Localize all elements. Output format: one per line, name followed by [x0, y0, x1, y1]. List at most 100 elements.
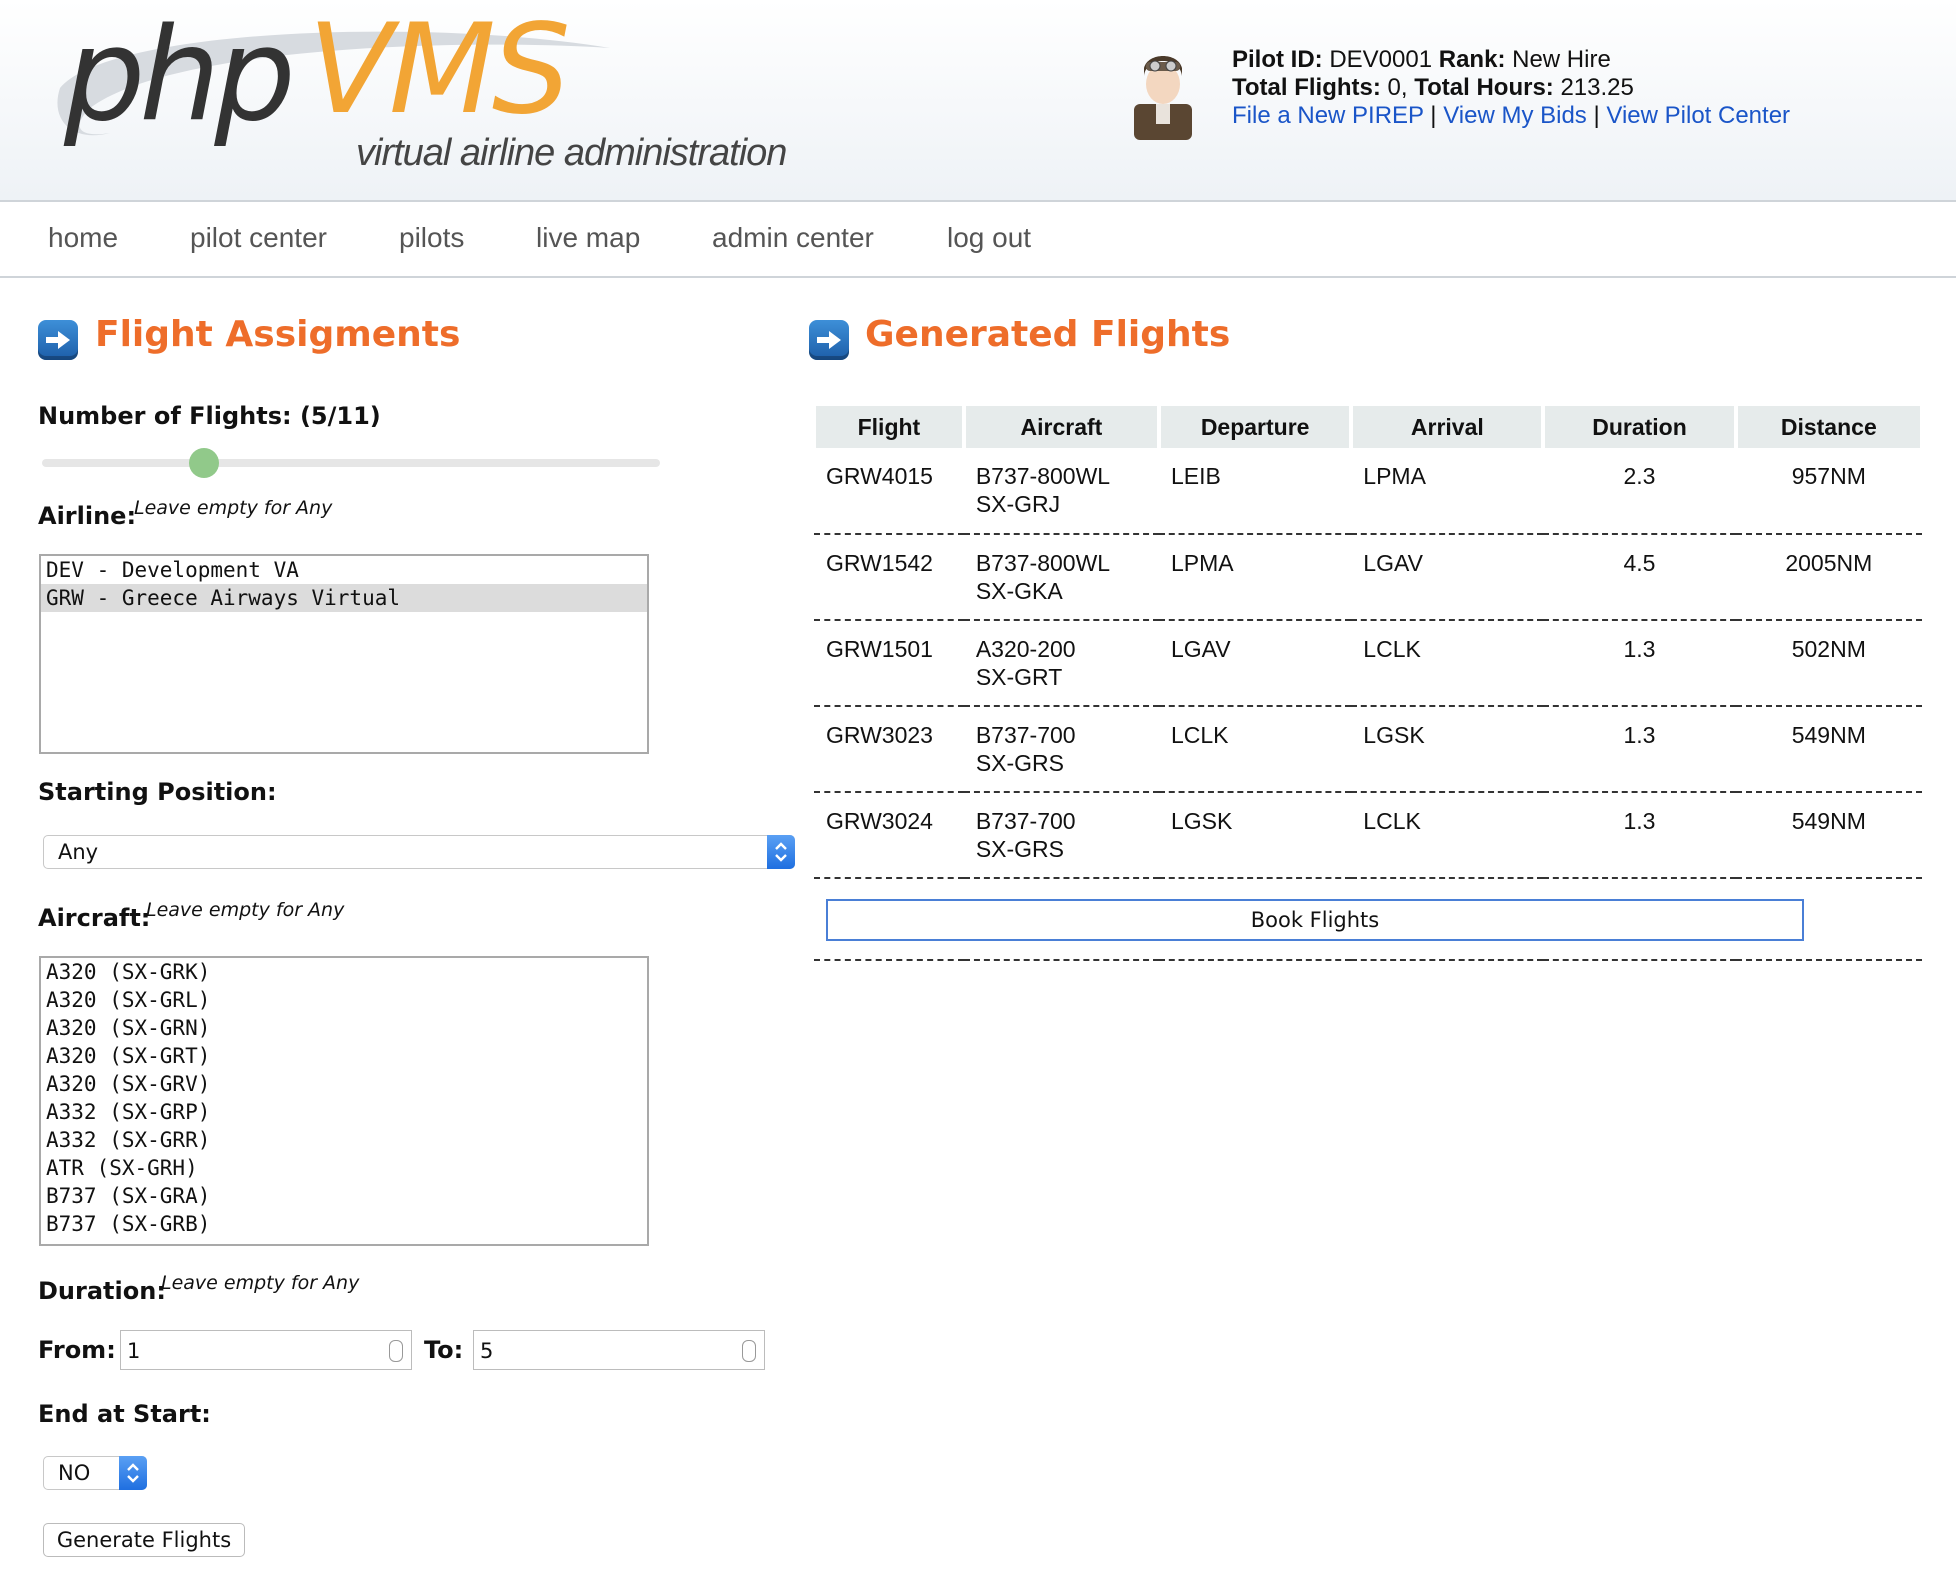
- aircraft-listbox[interactable]: A320 (SX-GRK) A320 (SX-GRL) A320 (SX-GRN) A…: [39, 956, 649, 1246]
- cell-duration: 1.3: [1543, 792, 1736, 879]
- cell-registration: SX-GRS: [975, 836, 1065, 862]
- select-chevron-icon: [767, 835, 795, 869]
- starting-position-select[interactable]: Any: [43, 835, 795, 869]
- aircraft-option[interactable]: B737 (SX-GRA): [41, 1182, 647, 1210]
- aircraft-option[interactable]: A320 (SX-GRL): [41, 986, 647, 1014]
- pilot-id-value: DEV0001: [1329, 46, 1433, 73]
- num-flights-slider-track[interactable]: [42, 459, 660, 467]
- nav-live-map[interactable]: live map: [536, 222, 640, 254]
- cell-distance: 549NM: [1735, 792, 1922, 879]
- cell-distance: 549NM: [1735, 706, 1922, 793]
- cell-duration: 1.3: [1543, 620, 1736, 707]
- select-chevron-icon: [119, 1456, 147, 1490]
- cell-distance: 502NM: [1735, 620, 1922, 707]
- file-pirep-link[interactable]: File a New PIREP: [1232, 102, 1424, 129]
- cell-arrival: LCLK: [1351, 792, 1544, 879]
- pilot-avatar-icon: [1134, 56, 1192, 140]
- airline-option[interactable]: DEV - Development VA: [41, 556, 647, 584]
- aircraft-option[interactable]: A320 (SX-GRN): [41, 1014, 647, 1042]
- cell-flight: GRW3023: [814, 706, 964, 793]
- aircraft-option[interactable]: A320 (SX-GRK): [41, 958, 647, 986]
- cell-departure: LPMA: [1158, 534, 1352, 621]
- table-row: GRW3023 B737-700 SX-GRS LCLK LGSK 1.3 549NM: [814, 706, 1922, 793]
- nav-admin-center[interactable]: admin center: [712, 222, 874, 254]
- table-row: GRW3024 B737-700 SX-GRS LGSK LCLK 1.3 549NM: [814, 792, 1922, 879]
- nav-home[interactable]: home: [48, 222, 118, 254]
- logo-tagline: virtual airline administration: [356, 132, 787, 174]
- column-header-flight: Flight: [812, 406, 966, 448]
- pilot-info: Pilot ID: DEV0001 Rank: New Hire Total F…: [1232, 46, 1790, 130]
- cell-flight: GRW1542: [814, 534, 964, 621]
- cell-registration: SX-GRJ: [975, 491, 1061, 517]
- aircraft-option[interactable]: ATR (SX-GRH): [41, 1154, 647, 1182]
- duration-from-value: 1: [127, 1339, 141, 1363]
- airline-option-selected[interactable]: GRW - Greece Airways Virtual: [41, 584, 647, 612]
- num-flights-slider-handle[interactable]: [189, 448, 219, 478]
- cell-duration: 4.5: [1543, 534, 1736, 621]
- column-header-distance: Distance: [1733, 406, 1925, 448]
- cell-distance: 957NM: [1735, 448, 1922, 535]
- book-flights-button[interactable]: Book Flights: [826, 899, 1804, 941]
- aircraft-option[interactable]: A332 (SX-GRP): [41, 1098, 647, 1126]
- cell-flight: GRW4015: [814, 448, 964, 535]
- spinner-icon[interactable]: [742, 1340, 756, 1362]
- generated-flights-table: Flight Aircraft Departure Arrival Durati…: [812, 406, 1925, 961]
- view-bids-link[interactable]: View My Bids: [1443, 102, 1587, 129]
- from-label: From:: [38, 1336, 116, 1364]
- cell-registration: SX-GRS: [975, 750, 1065, 776]
- airline-hint: Leave empty for Any: [134, 497, 333, 519]
- aircraft-option[interactable]: A320 (SX-GRV): [41, 1070, 647, 1098]
- column-header-departure: Departure: [1156, 406, 1354, 448]
- phpvms-logo[interactable]: php VMS virtual airline administration: [50, 8, 810, 198]
- arrow-right-icon: [38, 320, 78, 360]
- book-row: Book Flights: [814, 878, 1922, 961]
- cell-distance: 2005NM: [1735, 534, 1922, 621]
- cell-registration: SX-GRT: [975, 664, 1063, 690]
- cell-duration: 1.3: [1543, 706, 1736, 793]
- end-at-start-label: End at Start:: [38, 1400, 211, 1428]
- pilot-id-label: Pilot ID:: [1232, 46, 1323, 73]
- pilot-rank-value: New Hire: [1512, 46, 1611, 73]
- table-row: GRW1542 B737-800WL SX-GKA LPMA LGAV 4.5 2005NM: [814, 534, 1922, 621]
- total-hours-label: Total Hours:: [1414, 74, 1554, 101]
- duration-to-input[interactable]: 5: [473, 1330, 765, 1370]
- airline-listbox[interactable]: DEV - Development VA GRW - Greece Airway…: [39, 554, 649, 754]
- generated-flights-title: Generated Flights: [865, 314, 1231, 355]
- cell-flight: GRW1501: [814, 620, 964, 707]
- spinner-icon[interactable]: [389, 1340, 403, 1362]
- logo-php-text: php: [64, 1, 296, 150]
- pilot-rank-label: Rank:: [1438, 46, 1506, 73]
- view-pilot-center-link[interactable]: View Pilot Center: [1606, 102, 1790, 129]
- cell-arrival: LGSK: [1351, 706, 1544, 793]
- generate-flights-button[interactable]: Generate Flights: [43, 1523, 245, 1557]
- cell-duration: 2.3: [1543, 448, 1736, 535]
- aircraft-hint: Leave empty for Any: [146, 899, 345, 921]
- cell-aircraft: A320-200 SX-GRT: [963, 620, 1159, 707]
- aircraft-option[interactable]: B737 (SX-GRB): [41, 1210, 647, 1238]
- link-separator: |: [1593, 102, 1600, 129]
- nav-pilot-center[interactable]: pilot center: [190, 222, 327, 254]
- num-flights-label: Number of Flights: (5/11): [38, 402, 381, 430]
- cell-flight: GRW3024: [814, 792, 964, 879]
- flight-assignments-title: Flight Assigments: [95, 314, 461, 355]
- aircraft-label: Aircraft:: [38, 904, 151, 932]
- duration-to-value: 5: [480, 1339, 494, 1363]
- column-header-duration: Duration: [1541, 406, 1738, 448]
- to-label: To:: [424, 1336, 464, 1364]
- duration-hint: Leave empty for Any: [161, 1272, 360, 1294]
- cell-aircraft: B737-700 SX-GRS: [963, 706, 1159, 793]
- nav-log-out[interactable]: log out: [947, 222, 1031, 254]
- nav-pilots[interactable]: pilots: [399, 222, 464, 254]
- end-at-start-select[interactable]: NO: [43, 1456, 147, 1490]
- logo-vms-text: VMS: [308, 0, 571, 142]
- table-header-row: Flight Aircraft Departure Arrival Durati…: [812, 406, 1925, 448]
- total-hours-value: 213.25: [1560, 74, 1634, 101]
- column-header-arrival: Arrival: [1349, 406, 1546, 448]
- cell-registration: SX-GKA: [975, 578, 1063, 604]
- aircraft-option[interactable]: A332 (SX-GRR): [41, 1126, 647, 1154]
- cell-departure: LGSK: [1158, 792, 1352, 879]
- cell-aircraft: B737-700 SX-GRS: [963, 792, 1159, 879]
- duration-from-input[interactable]: 1: [120, 1330, 412, 1370]
- table-row: GRW4015 B737-800WL SX-GRJ LEIB LPMA 2.3 957NM: [814, 448, 1922, 535]
- aircraft-option[interactable]: A320 (SX-GRT): [41, 1042, 647, 1070]
